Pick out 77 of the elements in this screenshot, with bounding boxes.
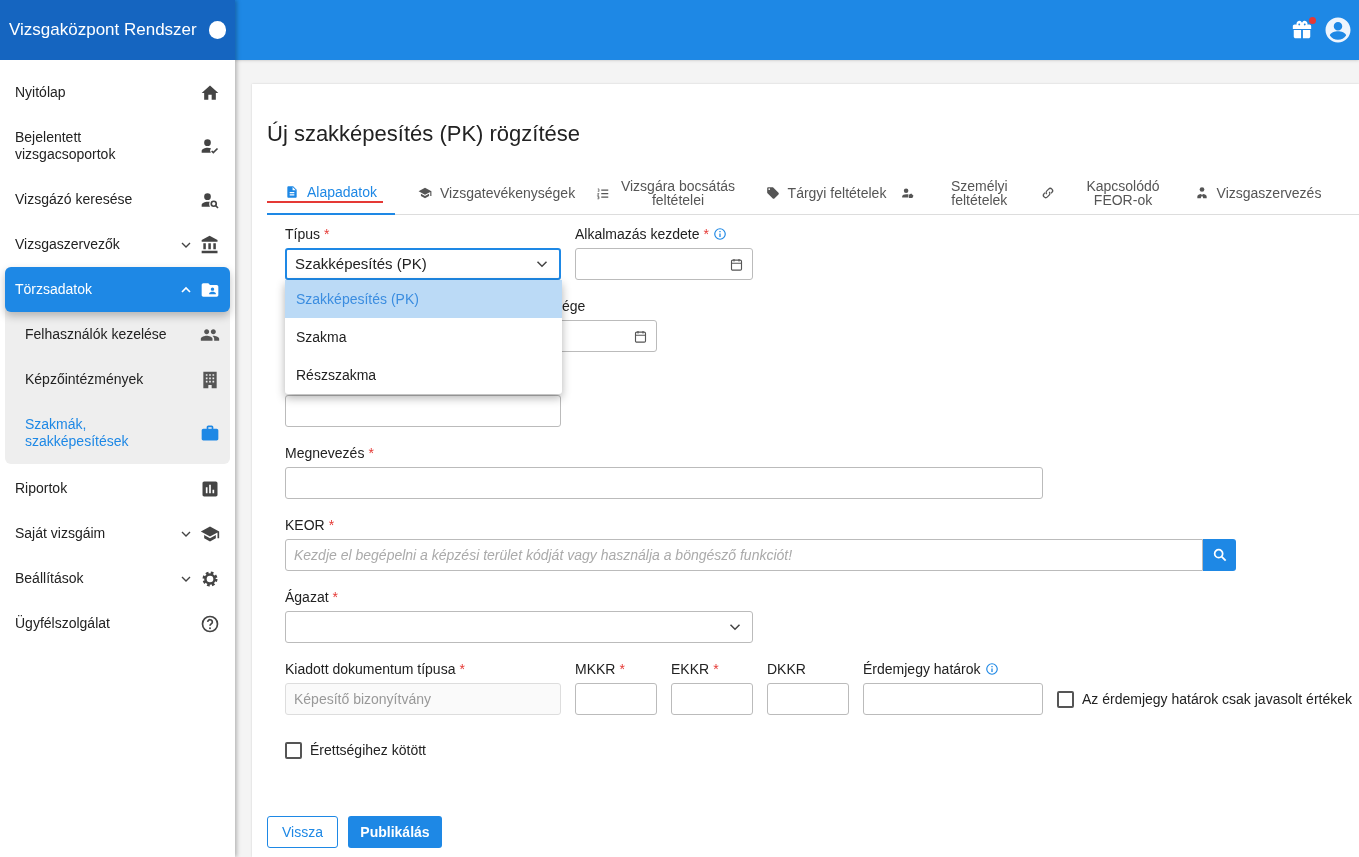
search-icon — [1211, 547, 1228, 563]
dropdown-option[interactable]: Szakma — [285, 318, 562, 356]
date-field[interactable] — [575, 248, 753, 280]
link-icon — [1041, 186, 1055, 200]
field-label: Típus — [285, 224, 320, 244]
building-icon — [200, 369, 220, 390]
page-title: Új szakképesítés (PK) rögzítése — [267, 120, 581, 148]
tab[interactable]: Kapcsolódó FEOR-ok — [1036, 171, 1188, 215]
dropdown-option[interactable]: Részszakma — [285, 356, 562, 394]
required-mark: * — [703, 224, 709, 244]
tab[interactable]: Személyi feltételek — [901, 171, 1036, 215]
checkbox[interactable] — [285, 742, 302, 759]
tab[interactable]: Vizsgaszervezés — [1188, 171, 1328, 215]
field-label: ége — [562, 296, 586, 316]
gift-icon[interactable] — [1291, 19, 1313, 41]
sidebar-item[interactable]: Saját vizsgáim — [5, 511, 230, 556]
input-field[interactable] — [671, 683, 753, 715]
numbered-list-icon — [596, 186, 610, 200]
required-mark: * — [332, 587, 339, 607]
required-mark: * — [324, 224, 330, 244]
required-mark: * — [328, 515, 335, 535]
search-field[interactable]: Kezdje el begépelni a képzési terület kódját vagy használja a böngésző funkciót! — [285, 539, 1203, 571]
tag-icon — [765, 186, 780, 200]
sidebar-item[interactable]: Bejelentett vizsgacsoportok — [5, 115, 230, 177]
field-label: Megnevezés — [285, 443, 365, 463]
calendar-icon[interactable] — [729, 256, 744, 272]
input-field[interactable] — [863, 683, 1043, 715]
required-mark: * — [619, 659, 625, 679]
document-icon — [284, 185, 299, 199]
person-check-icon — [200, 136, 220, 156]
input-field[interactable] — [575, 683, 657, 715]
sidebar-item[interactable]: Beállítások — [5, 556, 230, 601]
person-tie-icon — [1194, 186, 1209, 200]
back-button[interactable]: Vissza — [267, 816, 338, 848]
bank-icon — [200, 234, 220, 255]
field-label: KEOR — [285, 515, 325, 535]
app-title: Vizsgaközpont Rendszer — [9, 19, 197, 42]
required-mark: * — [713, 659, 719, 679]
sidebar-item[interactable]: Vizsgázó keresése — [5, 177, 230, 222]
field-label: MKKR — [575, 659, 616, 679]
tab[interactable]: Vizsgatevékenységek — [395, 171, 583, 215]
help-icon — [200, 613, 220, 634]
input-field[interactable] — [285, 467, 1043, 499]
field-label: DKKR — [767, 659, 806, 679]
submenu-item[interactable]: Felhasználók kezelése — [5, 312, 230, 357]
field-label: EKKR — [671, 659, 710, 679]
submenu-item[interactable]: Képzőintézmények — [5, 357, 230, 402]
input-field[interactable] — [285, 395, 561, 427]
tab[interactable]: Alapadatok — [267, 171, 395, 215]
sidebar-item[interactable]: Vizsgaszervezők — [5, 222, 230, 267]
account-icon[interactable] — [1323, 15, 1353, 45]
required-mark: * — [368, 443, 374, 463]
field-label: Alkalmazás kezdete — [575, 224, 700, 244]
field-label: Ágazat — [285, 587, 329, 607]
sidebar-item[interactable]: Nyitólap — [5, 70, 230, 115]
info-icon[interactable] — [984, 662, 999, 676]
calendar-icon[interactable] — [633, 328, 648, 344]
checkbox-label: Érettségihez kötött — [310, 741, 426, 760]
sidebar-item[interactable]: Riportok — [5, 466, 230, 511]
checkbox[interactable] — [1057, 691, 1074, 708]
input-field[interactable] — [767, 683, 849, 715]
type-select[interactable]: Szakképesítés (PK) — [285, 248, 561, 280]
tab[interactable]: Vizsgára bocsátás feltételei — [583, 171, 751, 215]
required-mark: * — [459, 659, 465, 679]
briefcase-icon — [200, 423, 220, 443]
checkbox-label: Az érdemjegy határok csak javasolt értékek — [1082, 690, 1352, 709]
sector-select[interactable] — [285, 611, 753, 643]
sidebar-item[interactable]: Ügyfélszolgálat — [5, 601, 230, 646]
publish-button[interactable]: Publikálás — [348, 816, 442, 848]
graduation-cap-icon — [418, 186, 432, 200]
tab[interactable]: Tárgyi feltételek — [751, 171, 901, 215]
info-icon[interactable] — [712, 227, 727, 241]
field-label: Érdemjegy határok — [863, 659, 981, 679]
search-button[interactable] — [1203, 539, 1236, 571]
person-tag-icon — [901, 186, 915, 200]
field-label: Kiadott dokumentum típusa — [285, 659, 456, 679]
sidebar-item[interactable]: Törzsadatok — [5, 267, 230, 312]
